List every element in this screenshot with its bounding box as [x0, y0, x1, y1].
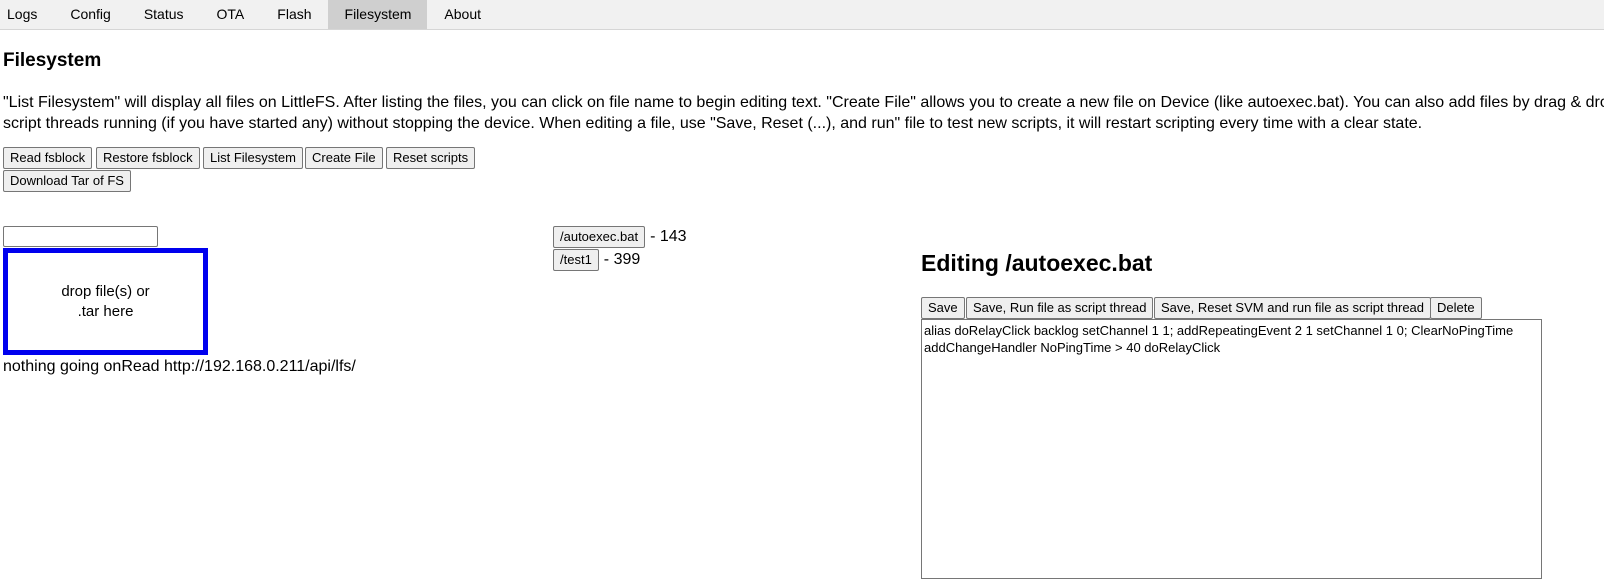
tab-logs[interactable]: Logs — [0, 0, 53, 29]
tab-status[interactable]: Status — [127, 0, 200, 29]
delete-button[interactable]: Delete — [1430, 297, 1482, 319]
download-tar-button[interactable]: Download Tar of FS — [3, 170, 131, 192]
tab-flash[interactable]: Flash — [260, 0, 327, 29]
reset-scripts-button[interactable]: Reset scripts — [386, 147, 476, 169]
save-reset-run-script-button[interactable]: Save, Reset SVM and run file as script t… — [1154, 297, 1432, 319]
restore-fsblock-button[interactable]: Restore fsblock — [96, 147, 200, 169]
description-line-1: "List Filesystem" will display all files… — [3, 94, 1604, 111]
filename-input[interactable] — [3, 226, 158, 247]
save-run-script-button[interactable]: Save, Run file as script thread — [966, 297, 1154, 319]
file-size: - 399 — [603, 251, 641, 268]
tab-ota[interactable]: OTA — [200, 0, 261, 29]
page-description: "List Filesystem" will display all files… — [3, 92, 1604, 134]
file-button-test1[interactable]: /test1 — [553, 249, 599, 271]
tab-about[interactable]: About — [427, 0, 497, 29]
file-size: - 143 — [650, 228, 687, 245]
save-button[interactable]: Save — [921, 297, 965, 319]
file-drop-zone[interactable]: drop file(s) or .tar here — [3, 248, 208, 355]
list-filesystem-button[interactable]: List Filesystem — [203, 147, 303, 169]
description-line-2: script threads running (if you have star… — [3, 115, 1423, 132]
read-fsblock-button[interactable]: Read fsblock — [3, 147, 93, 169]
upload-status-text: nothing going onRead http://192.168.0.21… — [3, 358, 356, 375]
drop-zone-line-1: drop file(s) or — [61, 282, 150, 300]
drop-zone-label: drop file(s) or .tar here — [51, 282, 161, 322]
file-button-autoexec[interactable]: /autoexec.bat — [553, 226, 646, 248]
drop-zone-line-2: .tar here — [77, 302, 134, 320]
tab-config[interactable]: Config — [53, 0, 126, 29]
tab-bar: Logs Config Status OTA Flash Filesystem … — [0, 0, 1604, 30]
file-list-item: /test1 - 399 — [553, 249, 640, 271]
tab-filesystem[interactable]: Filesystem — [327, 0, 428, 29]
file-list-item: /autoexec.bat - 143 — [553, 226, 687, 248]
file-content-editor[interactable]: alias doRelayClick backlog setChannel 1 … — [921, 319, 1542, 579]
create-file-button[interactable]: Create File — [305, 147, 383, 169]
editor-title: Editing /autoexec.bat — [921, 250, 1153, 276]
page-title: Filesystem — [3, 50, 102, 71]
